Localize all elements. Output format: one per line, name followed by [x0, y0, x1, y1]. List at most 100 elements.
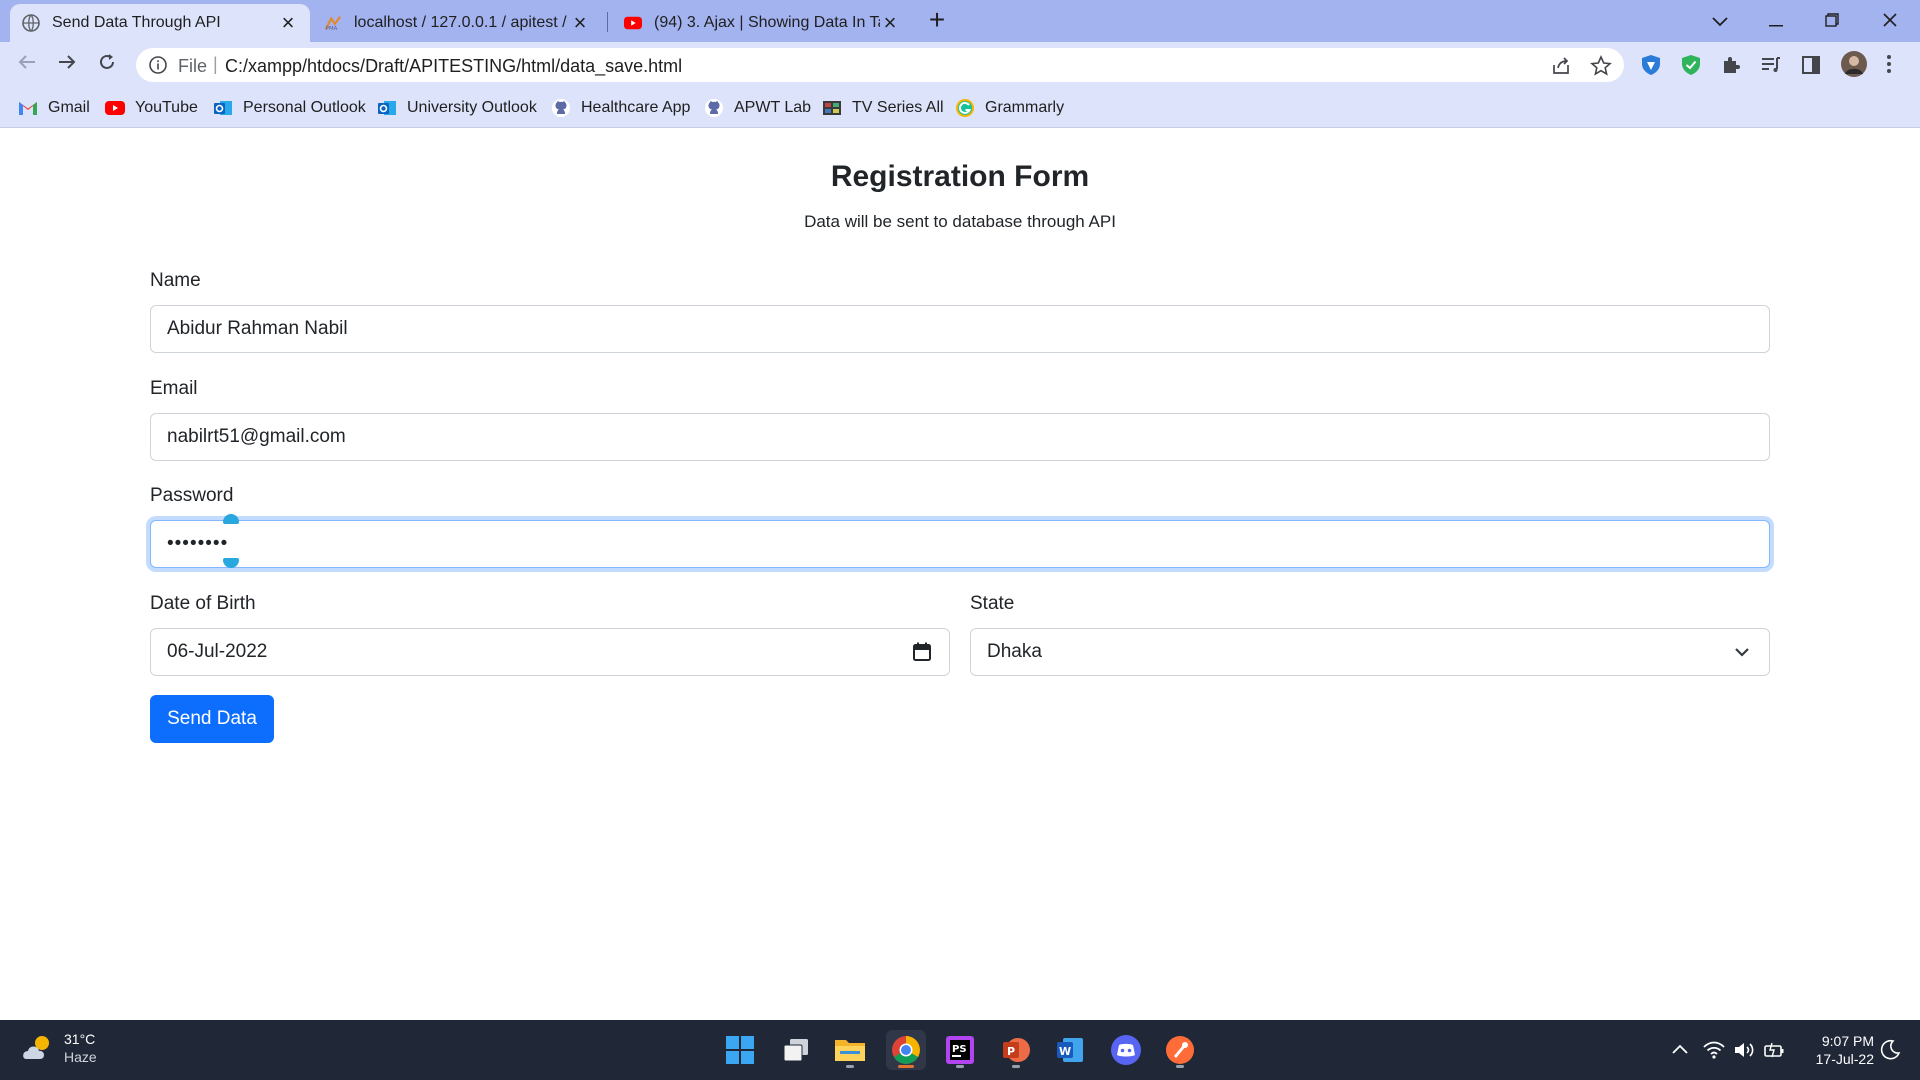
- tab-search-icon[interactable]: [1700, 6, 1740, 36]
- page-subtitle: Data will be sent to database through AP…: [804, 212, 1116, 231]
- weather-widget[interactable]: 31°C Haze: [22, 1030, 97, 1066]
- svg-text:P: P: [1007, 1045, 1015, 1058]
- close-window-icon[interactable]: [1870, 6, 1910, 36]
- reading-list-icon[interactable]: [1760, 54, 1782, 76]
- tv-icon: [822, 98, 842, 118]
- bookmark-apwt-lab[interactable]: APWT Lab: [704, 96, 811, 120]
- close-icon[interactable]: ×: [570, 10, 590, 36]
- bookmark-tv-series[interactable]: TV Series All: [822, 96, 944, 120]
- phpmyadmin-icon: PMA: [324, 14, 342, 32]
- bookmark-label: Grammarly: [985, 99, 1065, 116]
- bookmark-grammarly[interactable]: Grammarly: [955, 96, 1064, 120]
- tab-strip: Send Data Through API × PMA localhost / …: [0, 0, 1920, 42]
- back-button[interactable]: [12, 50, 42, 80]
- browser-toolbar: File | C:/xampp/htdocs/Draft/APITESTING/…: [0, 42, 1920, 88]
- page-icon: [22, 14, 40, 32]
- shield-extension-icon[interactable]: [1640, 54, 1662, 76]
- phpstorm-icon[interactable]: PS: [940, 1030, 980, 1070]
- info-icon[interactable]: [148, 55, 168, 75]
- bookmark-youtube[interactable]: YouTube: [105, 96, 198, 120]
- svg-text:PS: PS: [952, 1044, 967, 1055]
- address-bar[interactable]: File | C:/xampp/htdocs/Draft/APITESTING/…: [136, 48, 1624, 82]
- outlook-icon: [377, 98, 397, 118]
- dob-label: Date of Birth: [150, 593, 256, 614]
- clock-date: 17-Jul-22: [1815, 1051, 1874, 1067]
- forward-button[interactable]: [52, 50, 82, 80]
- clock-time: 9:07 PM: [1821, 1033, 1874, 1049]
- bookmark-label: TV Series All: [852, 99, 944, 116]
- bookmark-gmail[interactable]: Gmail: [18, 96, 90, 120]
- url-text[interactable]: C:/xampp/htdocs/Draft/APITESTING/html/da…: [225, 56, 682, 77]
- weather-condition: Haze: [64, 1049, 97, 1065]
- file-explorer-icon[interactable]: [830, 1030, 870, 1070]
- security-extension-icon[interactable]: [1680, 54, 1702, 76]
- side-panel-icon[interactable]: [1800, 54, 1822, 76]
- name-label: Name: [150, 270, 201, 291]
- minimize-icon[interactable]: [1756, 6, 1796, 36]
- email-value: nabilrt51@gmail.com: [167, 426, 346, 447]
- tab-title: localhost / 127.0.0.1 / apitest / st: [354, 14, 570, 31]
- wifi-icon[interactable]: [1702, 1038, 1726, 1062]
- chrome-icon[interactable]: [886, 1030, 926, 1070]
- password-input[interactable]: ••••••••: [150, 520, 1770, 568]
- tab-phpmyadmin[interactable]: PMA localhost / 127.0.0.1 / apitest / st…: [312, 4, 602, 42]
- reload-button[interactable]: [92, 50, 122, 80]
- start-button[interactable]: [720, 1030, 760, 1070]
- new-tab-button[interactable]: +: [922, 6, 952, 36]
- bookmark-label: University Outlook: [407, 99, 537, 116]
- bookmark-label: YouTube: [135, 99, 198, 116]
- state-select[interactable]: Dhaka: [970, 628, 1770, 676]
- restore-icon[interactable]: [1812, 6, 1852, 36]
- focus-assist-icon[interactable]: [1878, 1038, 1902, 1062]
- chevron-up-icon[interactable]: [1668, 1038, 1692, 1062]
- selection-handle-top[interactable]: [223, 514, 239, 524]
- tab-send-data[interactable]: Send Data Through API ×: [10, 4, 310, 42]
- volume-icon[interactable]: [1732, 1038, 1756, 1062]
- system-clock[interactable]: 9:07 PM 17-Jul-22: [1798, 1032, 1874, 1068]
- state-value: Dhaka: [987, 641, 1042, 662]
- windows-taskbar: 31°C Haze PS P W 9:07 PM 17-Jul-22: [0, 1020, 1920, 1080]
- name-input[interactable]: Abidur Rahman Nabil: [150, 305, 1770, 353]
- address-divider: |: [213, 54, 218, 74]
- postman-icon[interactable]: [1160, 1030, 1200, 1070]
- name-value: Abidur Rahman Nabil: [167, 318, 348, 339]
- bookmark-healthcare-app[interactable]: Healthcare App: [551, 96, 690, 120]
- star-icon[interactable]: [1590, 55, 1612, 77]
- close-icon[interactable]: ×: [278, 10, 298, 36]
- grammarly-icon: [955, 98, 975, 118]
- task-view-icon[interactable]: [776, 1030, 816, 1070]
- extensions-icon[interactable]: [1720, 54, 1742, 76]
- share-icon[interactable]: [1550, 55, 1572, 77]
- battery-icon[interactable]: [1762, 1038, 1786, 1062]
- youtube-icon: [105, 98, 125, 118]
- email-input[interactable]: nabilrt51@gmail.com: [150, 413, 1770, 461]
- menu-icon[interactable]: [1886, 54, 1898, 76]
- bookmark-personal-outlook[interactable]: Personal Outlook: [213, 96, 366, 120]
- scheme-label: File: [178, 56, 208, 76]
- word-icon[interactable]: W: [1050, 1030, 1090, 1070]
- svg-text:W: W: [1059, 1045, 1071, 1058]
- password-label: Password: [150, 485, 234, 506]
- state-label: State: [970, 593, 1015, 614]
- powerpoint-icon[interactable]: P: [996, 1030, 1036, 1070]
- svg-text:PMA: PMA: [326, 26, 338, 32]
- tab-title: Send Data Through API: [52, 14, 221, 31]
- bookmark-university-outlook[interactable]: University Outlook: [377, 96, 537, 120]
- tab-youtube[interactable]: (94) 3. Ajax | Showing Data In Tab ×: [612, 4, 912, 42]
- calendar-icon[interactable]: [911, 641, 933, 663]
- tab-separator: [607, 12, 608, 32]
- close-icon[interactable]: ×: [880, 10, 900, 36]
- youtube-icon: [624, 14, 642, 32]
- chevron-down-icon: [1731, 641, 1753, 663]
- bookmark-label: APWT Lab: [734, 99, 812, 116]
- dob-input[interactable]: 06-Jul-2022: [150, 628, 950, 676]
- send-data-button[interactable]: Send Data: [150, 695, 274, 743]
- discord-icon[interactable]: [1106, 1030, 1146, 1070]
- password-value: ••••••••: [167, 533, 229, 554]
- bookmarks-bar: Gmail YouTube Personal Outlook Universit…: [0, 88, 1920, 128]
- email-label: Email: [150, 378, 198, 399]
- page-content: Registration Form Data will be sent to d…: [0, 128, 1920, 1020]
- profile-avatar[interactable]: [1840, 50, 1868, 78]
- weather-icon: [22, 1033, 54, 1063]
- outlook-icon: [213, 98, 233, 118]
